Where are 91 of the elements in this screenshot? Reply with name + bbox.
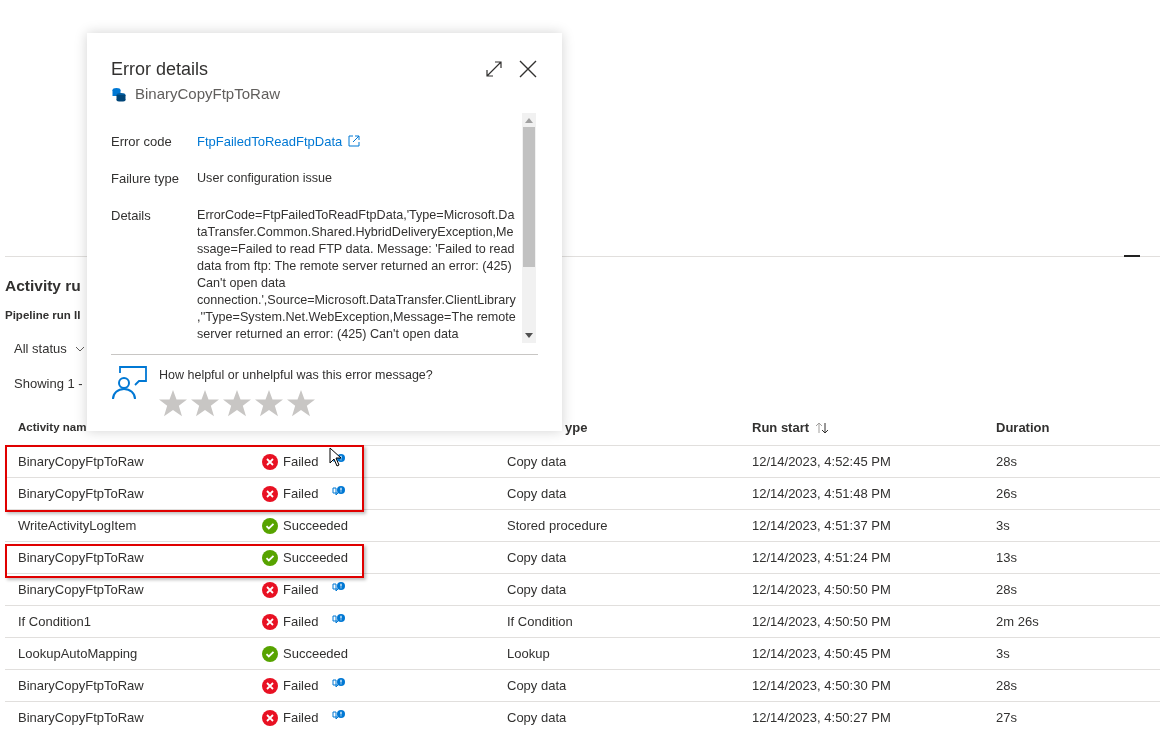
chevron-down-icon — [74, 346, 85, 352]
error-icon — [262, 453, 278, 470]
column-header[interactable]: Run start — [752, 418, 830, 438]
duration: 13s — [996, 548, 1017, 567]
run-start: 12/14/2023, 4:50:45 PM — [752, 644, 891, 663]
activity-type: Copy data — [507, 484, 567, 503]
error-code-link[interactable]: FtpFailedToReadFtpData — [197, 132, 361, 150]
run-start: 12/14/2023, 4:50:50 PM — [752, 612, 891, 631]
activity-type: Lookup — [507, 644, 550, 663]
field-label: Details — [111, 206, 152, 225]
rating-star[interactable] — [191, 389, 219, 417]
activity-type: Stored procedure — [507, 516, 608, 535]
activity-name: LookupAutoMapping — [18, 644, 138, 663]
activity-name: BinaryCopyFtpToRaw — [18, 708, 144, 727]
run-start: 12/14/2023, 4:51:48 PM — [752, 484, 891, 503]
close-button[interactable] — [518, 59, 538, 79]
run-start: 12/14/2023, 4:52:45 PM — [752, 452, 891, 471]
expand-icon — [485, 60, 503, 78]
activity-name: BinaryCopyFtpToRaw — [18, 580, 144, 599]
feedback-question: How helpful or unhelpful was this error message? — [159, 366, 433, 384]
status-text: Succeeded — [283, 516, 349, 535]
error-icon — [262, 613, 278, 630]
sort-icon[interactable] — [815, 422, 830, 434]
activity-type: Copy data — [507, 580, 567, 599]
rating-star[interactable] — [255, 389, 283, 417]
status-text: Failed — [283, 612, 319, 631]
run-start: 12/14/2023, 4:50:30 PM — [752, 676, 891, 695]
activity-name: WriteActivityLogItem — [18, 516, 137, 535]
dash-icon — [1124, 255, 1140, 257]
cursor-icon — [329, 447, 343, 467]
success-icon — [262, 549, 278, 566]
scroll-up-icon[interactable] — [525, 117, 533, 123]
column-header: Duration — [996, 419, 1050, 438]
error-icon — [262, 485, 278, 502]
rating-star[interactable] — [287, 389, 315, 417]
popover-title: Error details — [111, 58, 209, 81]
status-text: Succeeded — [283, 548, 349, 567]
page-title: Activity ru — [5, 276, 81, 296]
error-icon — [262, 581, 278, 598]
success-icon — [262, 645, 278, 662]
feedback-person-icon — [111, 365, 147, 400]
run-start: 12/14/2023, 4:51:24 PM — [752, 548, 891, 567]
column-header: Activity nam — [18, 420, 87, 436]
duration: 28s — [996, 452, 1017, 471]
external-link-icon — [348, 135, 361, 147]
activity-type: Copy data — [507, 676, 567, 695]
activity-type: If Condition — [507, 612, 573, 631]
rating-star[interactable] — [223, 389, 251, 417]
copy-activity-icon — [111, 86, 127, 103]
status-text: Failed — [283, 676, 319, 695]
status-text: Failed — [283, 708, 319, 727]
run-start: 12/14/2023, 4:50:50 PM — [752, 580, 891, 599]
scrollbar[interactable] — [522, 112, 536, 343]
run-start: 12/14/2023, 4:50:27 PM — [752, 708, 891, 727]
scroll-thumb[interactable] — [523, 126, 535, 267]
success-icon — [262, 517, 278, 534]
status-text: Failed — [283, 452, 319, 471]
status-text: Succeeded — [283, 644, 349, 663]
activity-name: BinaryCopyFtpToRaw — [18, 452, 144, 471]
status-text: Failed — [283, 580, 319, 599]
activity-name: BinaryCopyFtpToRaw — [18, 548, 144, 567]
activity-type: Copy data — [507, 708, 567, 727]
close-icon — [519, 60, 537, 78]
duration: 3s — [996, 644, 1010, 663]
pipeline-run-label: Pipeline run II — [5, 308, 81, 323]
duration: 3s — [996, 516, 1010, 535]
error-icon — [262, 709, 278, 726]
status-text: Failed — [283, 484, 319, 503]
activity-type: Copy data — [507, 452, 567, 471]
scroll-down-icon[interactable] — [525, 332, 533, 338]
activity-name: BinaryCopyFtpToRaw — [135, 84, 281, 104]
activity-name: If Condition1 — [18, 612, 91, 631]
duration: 2m 26s — [996, 612, 1039, 631]
field-value: User configuration issue — [197, 169, 333, 187]
error-icon — [262, 677, 278, 694]
duration: 28s — [996, 676, 1017, 695]
expand-button[interactable] — [484, 59, 504, 79]
duration: 26s — [996, 484, 1017, 503]
run-start: 12/14/2023, 4:51:37 PM — [752, 516, 891, 535]
rating-star[interactable] — [159, 389, 187, 417]
column-header: ype — [565, 419, 588, 438]
activity-name: BinaryCopyFtpToRaw — [18, 676, 144, 695]
duration: 28s — [996, 580, 1017, 599]
activity-type: Copy data — [507, 548, 567, 567]
showing-count: Showing 1 - — [14, 375, 83, 393]
field-label: Failure type — [111, 169, 180, 187]
field-value: ErrorCode=FtpFailedToReadFtpData,'Type=Microsoft.DataTransfer.Common.Shared.HybridDeliveryException,Message=Failed to read FTP data. Message: 'Failed to read data from ftp: The remote server returned an error: (425) Can't open data connection.',Source=Microsoft.DataTransfer.ClientLibrary,''Type=System.Net.WebException,Message=The remote server returned an error: (425) Can't open data — [197, 206, 516, 343]
activity-name: BinaryCopyFtpToRaw — [18, 484, 144, 503]
duration: 27s — [996, 708, 1017, 727]
status-filter[interactable]: All status — [14, 340, 85, 358]
field-label: Error code — [111, 132, 173, 150]
